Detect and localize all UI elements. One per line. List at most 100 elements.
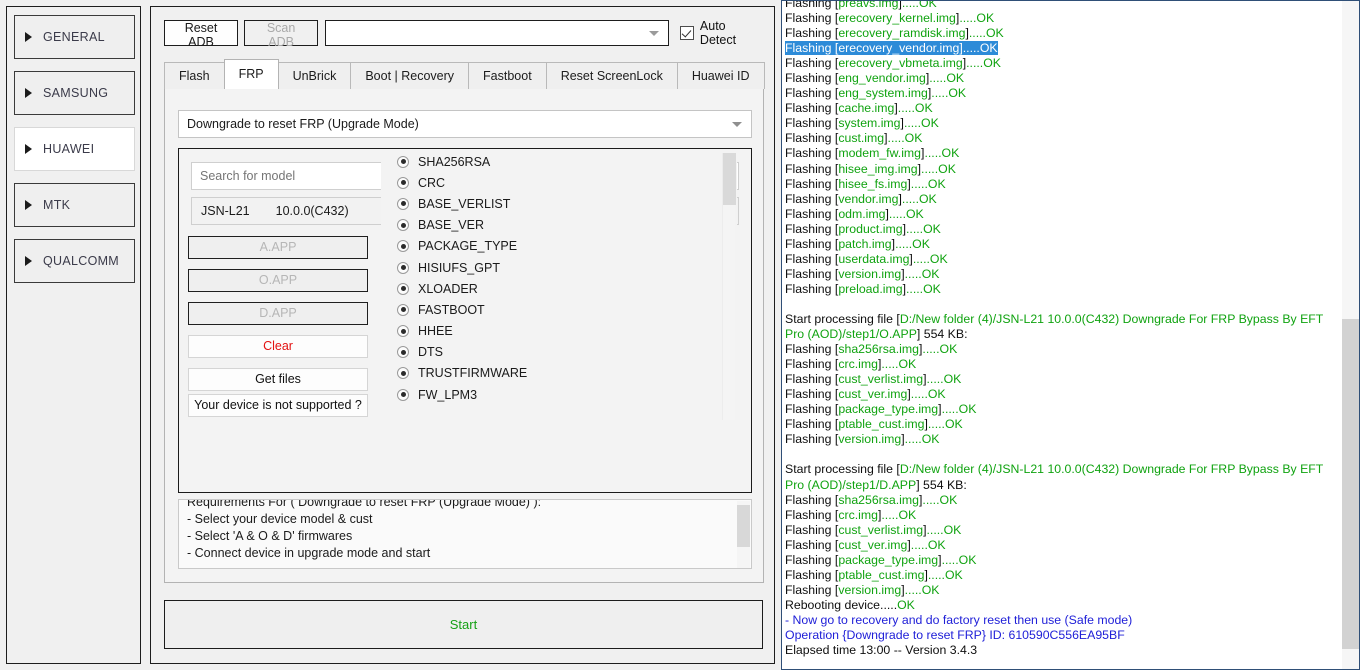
partition-label: PACKAGE_TYPE bbox=[418, 239, 518, 254]
d-app-button[interactable]: D.APP bbox=[188, 302, 368, 325]
sidebar-item-mtk[interactable]: MTK bbox=[14, 183, 135, 227]
radio-icon[interactable] bbox=[397, 303, 409, 316]
device-not-supported-button[interactable]: Your device is not supported ? bbox=[188, 394, 368, 417]
log-line: Flashing [package_type.img].....OK bbox=[785, 552, 977, 567]
tab-fastboot[interactable]: Fastboot bbox=[468, 62, 547, 89]
partition-label: HISIUFS_GPT bbox=[418, 260, 500, 275]
radio-icon[interactable] bbox=[397, 261, 409, 274]
log-line: Flashing [system.img].....OK bbox=[785, 116, 939, 131]
tab-frp[interactable]: FRP bbox=[223, 59, 279, 89]
partition-item[interactable]: HHEE bbox=[381, 321, 737, 342]
get-files-button[interactable]: Get files bbox=[188, 368, 368, 391]
sidebar-item-label: MTK bbox=[43, 198, 71, 212]
log-line: Flashing [hisee_fs.img].....OK bbox=[785, 176, 946, 191]
sidebar-item-label: GENERAL bbox=[43, 30, 105, 44]
radio-icon[interactable] bbox=[397, 367, 409, 380]
partition-list-scrollbar[interactable] bbox=[722, 153, 736, 420]
chevron-down-icon bbox=[732, 122, 742, 127]
radio-icon[interactable] bbox=[397, 388, 409, 401]
model-code: JSN-L21 bbox=[201, 204, 250, 218]
partition-item[interactable]: BASE_VER bbox=[381, 215, 737, 236]
partition-item[interactable]: TRUSTFIRMWARE bbox=[381, 363, 737, 384]
sidebar-item-label: QUALCOMM bbox=[43, 254, 120, 268]
log-line: Start processing file [D:/New folder (4)… bbox=[785, 462, 1327, 492]
start-button[interactable]: Start bbox=[164, 600, 763, 649]
partition-item[interactable]: XLOADER bbox=[381, 278, 737, 299]
log-scrollbar[interactable] bbox=[1342, 1, 1359, 669]
frp-tab-content: Downgrade to reset FRP (Upgrade Mode) JS… bbox=[164, 89, 764, 583]
log-line: Flashing [ptable_cust.img].....OK bbox=[785, 567, 963, 582]
radio-icon[interactable] bbox=[397, 325, 409, 338]
tab-flash[interactable]: Flash bbox=[164, 62, 225, 89]
log-line: Flashing [eng_system.img].....OK bbox=[785, 86, 967, 101]
auto-detect-checkbox[interactable]: Auto Detect bbox=[680, 19, 764, 47]
o-app-button[interactable]: O.APP bbox=[188, 269, 368, 292]
radio-icon[interactable] bbox=[397, 197, 409, 210]
sidebar-item-samsung[interactable]: SAMSUNG bbox=[14, 71, 135, 115]
reset-adb-button[interactable]: Reset ADB bbox=[164, 20, 239, 49]
tab-huawei-id[interactable]: Huawei ID bbox=[676, 62, 765, 89]
log-line: Flashing [cust_verlist.img].....OK bbox=[785, 372, 962, 387]
a-app-button[interactable]: A.APP bbox=[188, 236, 368, 259]
chevron-down-icon bbox=[649, 31, 660, 36]
partition-item[interactable]: SHA256RSA bbox=[381, 151, 737, 172]
sidebar-item-general[interactable]: GENERAL bbox=[14, 15, 135, 59]
log-line: Flashing [sha256rsa.img].....OK bbox=[785, 492, 958, 507]
chevron-right-icon bbox=[25, 32, 32, 42]
tab-unbrick[interactable]: UnBrick bbox=[277, 62, 352, 89]
radio-icon[interactable] bbox=[397, 240, 409, 253]
log-line: Flashing [erecovery_vendor.img].....OK bbox=[785, 41, 998, 56]
scrollbar-thumb[interactable] bbox=[1342, 319, 1359, 649]
log-line: Flashing [patch.img].....OK bbox=[785, 236, 930, 251]
scrollbar-thumb[interactable] bbox=[737, 505, 750, 547]
partition-list[interactable]: SHA256RSA CRC BASE_VERLIST BASE_VER PACKAGE_… bbox=[381, 151, 737, 420]
chevron-right-icon bbox=[25, 88, 32, 98]
device-select[interactable] bbox=[325, 20, 670, 46]
log-line: - Now go to recovery and do factory rese… bbox=[785, 612, 1133, 627]
log-line: Flashing [odm.img].....OK bbox=[785, 206, 924, 221]
log-line: Flashing [vendor.img].....OK bbox=[785, 191, 937, 206]
chevron-right-icon bbox=[25, 200, 32, 210]
partition-item[interactable]: CRC bbox=[381, 172, 737, 193]
requirements-scrollbar[interactable] bbox=[737, 501, 750, 568]
partition-item[interactable]: BASE_VERLIST bbox=[381, 193, 737, 214]
radio-icon[interactable] bbox=[397, 282, 409, 295]
model-group-box: JSN-L21 10.0.0(C432) A.APP O.APP D.APP Clea… bbox=[178, 148, 752, 493]
partition-label: FASTBOOT bbox=[418, 302, 485, 317]
radio-icon[interactable] bbox=[397, 155, 409, 168]
partition-item[interactable]: HISIUFS_GPT bbox=[381, 257, 737, 278]
partition-item[interactable]: DTS bbox=[381, 342, 737, 363]
partition-label: HHEE bbox=[418, 324, 453, 339]
radio-icon[interactable] bbox=[397, 176, 409, 189]
log-panel[interactable]: Flashing [preavs.img].....OK Flashing [er… bbox=[781, 0, 1360, 670]
frp-mode-select[interactable]: Downgrade to reset FRP (Upgrade Mode) bbox=[178, 110, 752, 138]
tab-boot-recovery[interactable]: Boot | Recovery bbox=[350, 62, 470, 89]
partition-item[interactable]: FASTBOOT bbox=[381, 299, 737, 320]
adb-toolbar: Reset ADB Scan ADB Auto Detect bbox=[164, 19, 764, 49]
requirements-box[interactable]: Requirements For ( Downgrade to reset FR… bbox=[178, 499, 752, 569]
log-line: Flashing [hisee_img.img].....OK bbox=[785, 161, 956, 176]
partition-label: CRC bbox=[418, 175, 446, 190]
log-line: Flashing [erecovery_vbmeta.img].....OK bbox=[785, 56, 1001, 71]
sidebar-item-huawei[interactable]: HUAWEI bbox=[14, 127, 135, 171]
partition-label: DTS bbox=[418, 345, 443, 360]
partition-item[interactable]: FW_LPM3 bbox=[381, 384, 737, 405]
tab-bar: Flash FRP UnBrick Boot | Recovery Fastboot Re… bbox=[164, 59, 765, 90]
radio-icon[interactable] bbox=[397, 346, 409, 359]
log-line: Flashing [sha256rsa.img].....OK bbox=[785, 342, 958, 357]
sidebar-item-qualcomm[interactable]: QUALCOMM bbox=[14, 239, 135, 283]
requirement-line: Requirements For ( Downgrade to reset FR… bbox=[187, 499, 542, 509]
partition-item[interactable]: PACKAGE_TYPE bbox=[381, 236, 737, 257]
radio-icon[interactable] bbox=[397, 219, 409, 232]
scan-adb-button[interactable]: Scan ADB bbox=[244, 20, 319, 49]
partition-label: TRUSTFIRMWARE bbox=[418, 366, 528, 381]
chevron-right-icon bbox=[25, 256, 32, 266]
log-line: Flashing [crc.img].....OK bbox=[785, 357, 917, 372]
tab-reset-screenlock[interactable]: Reset ScreenLock bbox=[545, 62, 678, 89]
scrollbar-thumb[interactable] bbox=[723, 153, 736, 205]
category-sidebar: GENERAL SAMSUNG HUAWEI MTK QUALCOMM bbox=[6, 6, 141, 664]
log-line: Rebooting device.....OK bbox=[785, 597, 915, 612]
clear-button[interactable]: Clear bbox=[188, 335, 368, 358]
log-line: Flashing [cust_ver.img].....OK bbox=[785, 387, 946, 402]
